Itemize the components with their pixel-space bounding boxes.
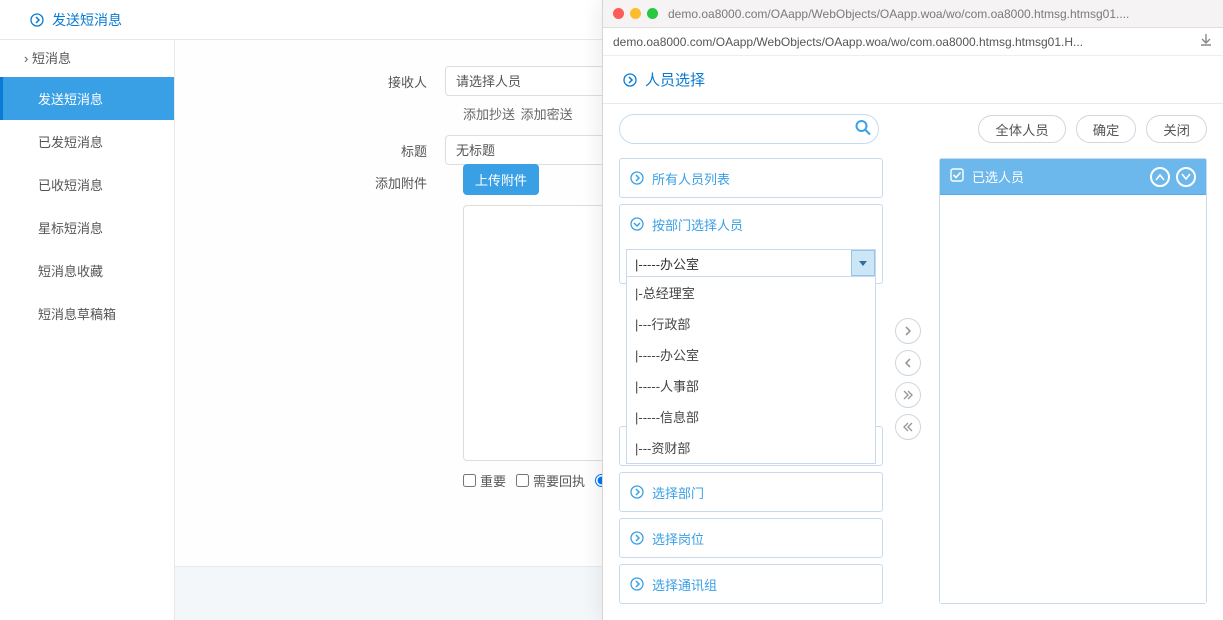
all-people-button[interactable]: 全体人员 [978, 115, 1065, 143]
sidebar-item-draft[interactable]: 短消息草稿箱 [0, 292, 174, 335]
ok-button[interactable]: 确定 [1076, 115, 1137, 143]
upload-button[interactable]: 上传附件 [463, 164, 539, 195]
window-title: demo.oa8000.com/OAapp/WebObjects/OAapp.w… [668, 7, 1213, 21]
search-input[interactable] [619, 114, 879, 144]
dept-option[interactable]: |-----信息部 [627, 401, 875, 432]
move-all-left-button[interactable] [895, 414, 921, 440]
move-all-right-button[interactable] [895, 382, 921, 408]
sidebar-item-starred[interactable]: 星标短消息 [0, 206, 174, 249]
dropdown-caret-icon[interactable] [851, 250, 875, 276]
address-bar: demo.oa8000.com/OAapp/WebObjects/OAapp.w… [613, 35, 1199, 49]
chevron-right-icon [630, 531, 644, 545]
dept-option[interactable]: |-----办公室 [627, 339, 875, 370]
popup-header: 人员选择 [603, 56, 1223, 104]
chevron-right-icon [630, 577, 644, 591]
chevron-right-icon [630, 171, 644, 185]
sidebar-title: › 短消息 [0, 40, 174, 77]
panel-by-dept[interactable]: 按部门选择人员 [620, 205, 882, 243]
panel-choose-dept[interactable]: 选择部门 [620, 473, 882, 511]
download-icon[interactable] [1199, 33, 1213, 50]
sidebar-item-send[interactable]: 发送短消息 [0, 77, 174, 120]
dept-dropdown-list: |-总经理室 |---行政部 |-----办公室 |-----人事部 |----… [626, 277, 876, 464]
selected-header: 已选人员 [940, 159, 1206, 195]
move-up-button[interactable] [1150, 167, 1170, 187]
chevron-right-icon [30, 13, 44, 27]
dept-option[interactable]: |-总经理室 [627, 277, 875, 308]
chevron-right-icon [623, 73, 637, 87]
dept-option[interactable]: |-----人事部 [627, 370, 875, 401]
close-button[interactable]: 关闭 [1146, 115, 1207, 143]
add-cc-link[interactable]: 添加抄送 [463, 107, 515, 122]
selected-list [940, 195, 1206, 603]
dept-option[interactable]: |---资财部 [627, 432, 875, 463]
sidebar: › 短消息 发送短消息 已发短消息 已收短消息 星标短消息 短消息收藏 短消息草… [0, 40, 175, 620]
panel-all-people[interactable]: 所有人员列表 [620, 159, 882, 197]
window-titlebar: demo.oa8000.com/OAapp/WebObjects/OAapp.w… [603, 0, 1223, 28]
minimize-icon[interactable] [630, 8, 641, 19]
add-bcc-link[interactable]: 添加密送 [521, 107, 573, 122]
sidebar-item-sent[interactable]: 已发短消息 [0, 120, 174, 163]
sidebar-item-fav[interactable]: 短消息收藏 [0, 249, 174, 292]
important-checkbox[interactable]: 重要 [463, 471, 506, 490]
dept-selected-value: |-----办公室 [635, 254, 699, 273]
move-right-button[interactable] [895, 318, 921, 344]
dept-select[interactable]: |-----办公室 [626, 249, 876, 277]
page-title: 发送短消息 [52, 10, 122, 30]
dept-option[interactable]: |---行政部 [627, 308, 875, 339]
move-left-button[interactable] [895, 350, 921, 376]
panel-choose-post[interactable]: 选择岗位 [620, 519, 882, 557]
search-icon[interactable] [855, 120, 871, 139]
sidebar-item-received[interactable]: 已收短消息 [0, 163, 174, 206]
maximize-icon[interactable] [647, 8, 658, 19]
person-picker-window: demo.oa8000.com/OAapp/WebObjects/OAapp.w… [602, 0, 1223, 620]
popup-title: 人员选择 [645, 69, 705, 90]
check-icon [950, 168, 964, 185]
selected-title: 已选人员 [972, 167, 1024, 186]
chevron-down-icon [630, 217, 644, 231]
panel-choose-group[interactable]: 选择通讯组 [620, 565, 882, 603]
move-down-button[interactable] [1176, 167, 1196, 187]
close-icon[interactable] [613, 8, 624, 19]
receipt-checkbox[interactable]: 需要回执 [516, 471, 585, 490]
chevron-right-icon [630, 485, 644, 499]
recipient-label: 接收人 [175, 72, 445, 91]
title-label: 标题 [175, 141, 445, 160]
